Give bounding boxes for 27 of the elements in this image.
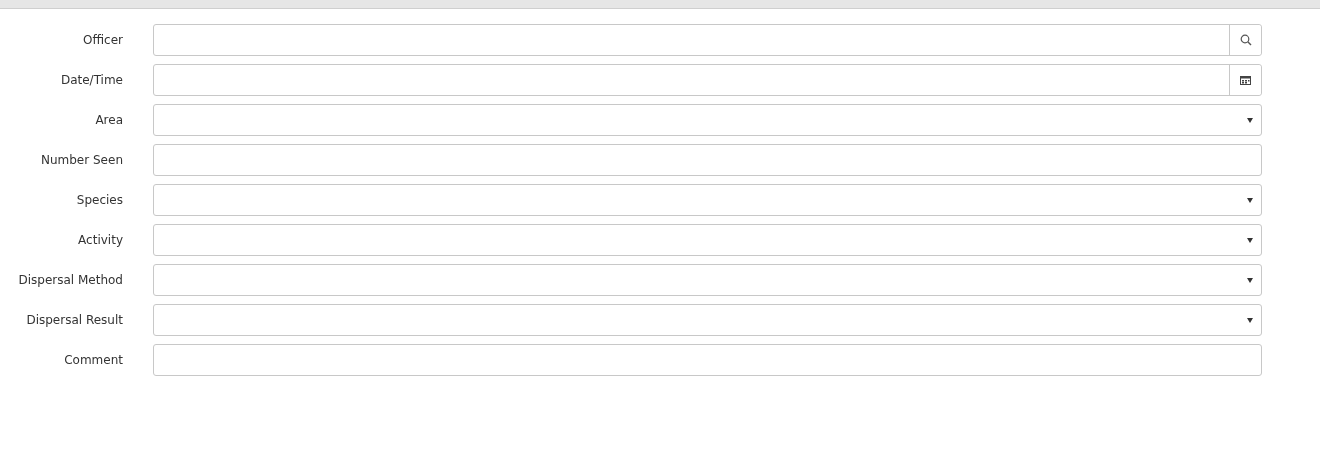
- field-label: Dispersal Result: [25, 313, 123, 327]
- field-label: Dispersal Method: [17, 273, 123, 287]
- caret-icon: [1247, 237, 1253, 243]
- field-label: Activity: [77, 233, 123, 247]
- field-label: Officer: [82, 33, 123, 47]
- select-field[interactable]: [153, 304, 1262, 336]
- text-field[interactable]: [153, 344, 1262, 376]
- calendar-button[interactable]: [1229, 65, 1261, 95]
- field-label: Area: [94, 113, 123, 127]
- caret-icon: [1247, 317, 1253, 323]
- select-field[interactable]: [153, 104, 1262, 136]
- lookup-field[interactable]: [153, 24, 1262, 56]
- field-label: Number Seen: [40, 153, 123, 167]
- field-label: Comment: [63, 353, 123, 367]
- search-button[interactable]: [1229, 25, 1261, 55]
- calendar-icon: [1240, 75, 1251, 85]
- field-label: Date/Time: [59, 73, 123, 87]
- text-field[interactable]: [153, 144, 1262, 176]
- caret-icon: [1247, 277, 1253, 283]
- caret-icon: [1247, 117, 1253, 123]
- select-field[interactable]: [153, 264, 1262, 296]
- select-field[interactable]: [153, 184, 1262, 216]
- select-field[interactable]: [153, 224, 1262, 256]
- date-field[interactable]: [153, 64, 1262, 96]
- field-label: Species: [75, 193, 123, 207]
- search-icon: [1239, 34, 1252, 46]
- caret-icon: [1247, 197, 1253, 203]
